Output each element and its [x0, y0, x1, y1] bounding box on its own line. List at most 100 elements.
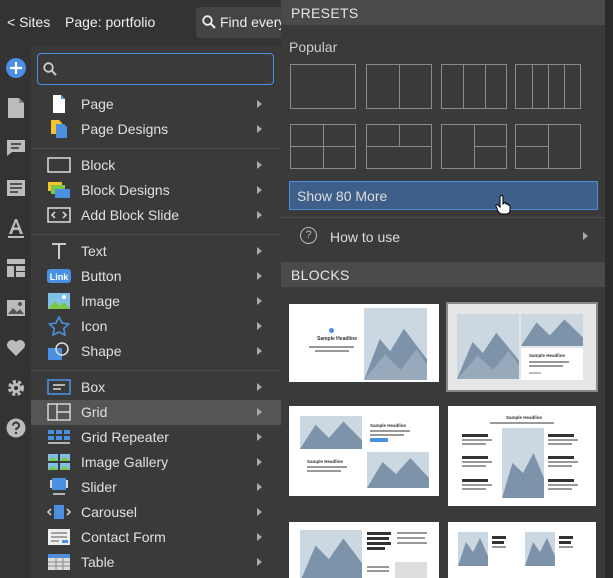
image-icon — [47, 291, 71, 311]
menu-item-label: Block Designs — [81, 182, 170, 198]
preset-grid-left-split[interactable] — [515, 124, 581, 169]
chevron-right-icon — [257, 247, 262, 255]
preset-grid-top-split[interactable] — [366, 124, 432, 169]
menu-search-box[interactable] — [37, 53, 274, 85]
block-design-thumb[interactable]: Sample Headline — [446, 302, 598, 392]
menu-item-shape[interactable]: Shape — [31, 339, 281, 364]
chevron-right-icon — [257, 297, 262, 305]
menu-item-label: Contact Form — [81, 529, 166, 545]
menu-item-grid-repeater[interactable]: Grid Repeater — [31, 425, 281, 450]
preset-grid-4-col[interactable] — [515, 64, 581, 109]
chevron-right-icon — [257, 558, 262, 566]
chevron-right-icon — [257, 508, 262, 516]
chevron-right-icon — [257, 272, 262, 280]
button-link-icon: Link — [47, 266, 71, 286]
search-icon — [43, 62, 57, 76]
preset-grid-1-col[interactable] — [290, 64, 356, 109]
presets-header: PRESETS — [281, 0, 605, 25]
mountain-image — [300, 530, 362, 578]
menu-item-page[interactable]: Page — [31, 92, 281, 117]
chevron-right-icon — [257, 408, 262, 416]
mountain-image — [364, 308, 427, 380]
menu-item-label: Table — [81, 554, 115, 570]
menu-item-carousel[interactable]: Carousel — [31, 500, 281, 525]
menu-item-label: Carousel — [81, 504, 138, 520]
chevron-right-icon — [257, 186, 262, 194]
image-icon[interactable] — [4, 296, 28, 320]
menu-item-label: Grid — [81, 404, 108, 420]
dot-icon — [329, 328, 334, 333]
shape-icon — [47, 341, 71, 361]
comment-icon[interactable] — [4, 136, 28, 160]
chevron-right-icon — [257, 533, 262, 541]
page-scrollbar[interactable] — [605, 0, 613, 578]
chevron-right-icon — [257, 161, 262, 169]
box-icon — [47, 377, 71, 397]
help-icon[interactable] — [4, 416, 28, 440]
settings-gear-icon[interactable] — [4, 376, 28, 400]
grid-icon — [47, 402, 71, 422]
sample-headline: Sample Headline — [307, 459, 344, 464]
menu-item-page-designs[interactable]: Page Designs — [31, 117, 281, 142]
menu-item-image-gallery[interactable]: Image Gallery — [31, 450, 281, 475]
chevron-right-icon — [583, 232, 588, 240]
menu-item-label: Icon — [81, 318, 108, 334]
menu-item-image[interactable]: Image — [31, 289, 281, 314]
menu-item-table[interactable]: Table — [31, 550, 281, 575]
mountain-image — [457, 314, 519, 379]
question-icon: ? — [300, 227, 317, 244]
page-icon[interactable] — [4, 96, 28, 120]
chevron-right-icon — [257, 383, 262, 391]
block-design-thumb[interactable] — [289, 522, 439, 578]
menu-item-add-block-slide[interactable]: Add Block Slide — [31, 203, 281, 228]
mountain-image — [521, 314, 583, 346]
search-icon — [202, 15, 216, 29]
layout-icon[interactable] — [4, 256, 28, 280]
mountain-image — [502, 428, 544, 498]
block-design-thumb[interactable]: Sample Headline Sample Headline — [289, 406, 439, 496]
sample-headline: Sample Headline — [506, 415, 543, 420]
divider — [31, 234, 281, 235]
menu-item-label: Shape — [81, 343, 122, 359]
mountain-image — [367, 452, 429, 488]
preset-grid-right-split[interactable] — [441, 124, 507, 169]
heart-icon[interactable] — [4, 336, 28, 360]
block-design-thumb[interactable]: Sample Headline — [289, 304, 439, 382]
divider — [31, 370, 281, 371]
sites-link[interactable]: < Sites — [7, 14, 50, 30]
menu-item-block-designs[interactable]: Block Designs — [31, 178, 281, 203]
menu-item-label: Image — [81, 293, 120, 309]
menu-item-button[interactable]: Link Button — [31, 264, 281, 289]
preset-grid-quad-left[interactable] — [290, 124, 356, 169]
blocks-header: BLOCKS — [281, 262, 605, 287]
menu-item-box[interactable]: Box — [31, 375, 281, 400]
mountain-image — [458, 532, 488, 566]
menu-item-slider[interactable]: Slider — [31, 475, 281, 500]
sample-headline: Sample Headline — [317, 336, 358, 342]
slider-icon — [47, 477, 71, 497]
menu-search-input[interactable] — [64, 58, 264, 80]
menu-item-text[interactable]: Text — [31, 239, 281, 264]
block-design-thumb[interactable]: Sample Headline — [448, 406, 596, 506]
blog-icon[interactable] — [4, 176, 28, 200]
mountain-image — [300, 416, 362, 449]
page-selector[interactable]: Page: portfolio — [65, 14, 155, 30]
show-more-button[interactable]: Show 80 More — [289, 181, 598, 210]
text-style-icon[interactable] — [4, 216, 28, 240]
menu-item-contact-form[interactable]: Contact Form — [31, 525, 281, 550]
find-everything-text: Find every — [220, 14, 286, 30]
block-design-thumb[interactable] — [448, 522, 596, 578]
chevron-right-icon — [257, 483, 262, 491]
menu-item-grid[interactable]: Grid — [31, 400, 281, 425]
preset-grid-2-col[interactable] — [366, 64, 432, 109]
add-element-menu: Page Page Designs Block Block Designs Ad… — [31, 46, 281, 578]
menu-item-icon[interactable]: Icon — [31, 314, 281, 339]
menu-item-block[interactable]: Block — [31, 153, 281, 178]
chevron-right-icon — [257, 100, 262, 108]
link-icon-text: Link — [50, 272, 69, 282]
add-icon[interactable] — [4, 56, 28, 80]
preset-grid-3-col[interactable] — [441, 64, 507, 109]
how-to-use-row[interactable]: ? How to use — [281, 217, 605, 253]
page-designs-icon — [47, 119, 71, 139]
menu-item-label: Grid Repeater — [81, 429, 169, 445]
